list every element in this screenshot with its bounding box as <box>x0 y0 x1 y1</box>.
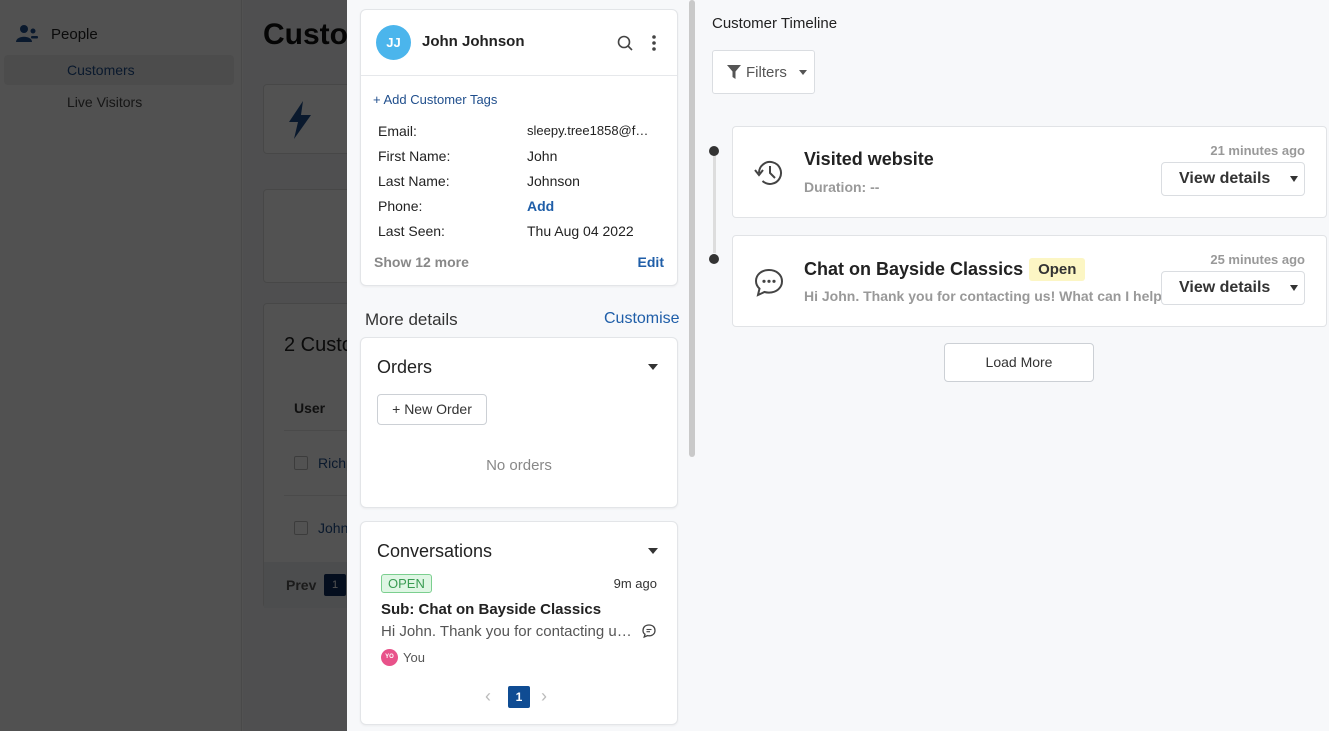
orders-card: Orders + New Order No orders <box>360 337 678 508</box>
caret-down-icon <box>798 69 807 75</box>
customer-drawer: JJ John Johnson + Add Customer Tags Emai… <box>347 0 1329 731</box>
view-details-button[interactable]: View details <box>1161 271 1305 305</box>
filters-button[interactable]: Filters <box>712 50 815 94</box>
status-badge: OPEN <box>381 574 432 593</box>
customer-name: John Johnson <box>422 33 525 50</box>
field-label: First Name: <box>378 148 451 164</box>
caret-down-icon <box>1290 176 1299 182</box>
field-label: Email: <box>378 123 417 139</box>
timeline-event-visited-website: Visited website Duration: -- 21 minutes … <box>732 126 1327 218</box>
timeline-dot <box>709 254 719 264</box>
chat-bubble-icon <box>754 268 784 297</box>
event-time: 25 minutes ago <box>1210 252 1305 267</box>
modal-backdrop[interactable] <box>0 0 347 731</box>
scrollbar[interactable] <box>689 0 695 457</box>
event-subtitle: Duration: -- <box>804 179 880 195</box>
more-options-button[interactable] <box>643 32 665 54</box>
show-more-link[interactable]: Show 12 more <box>374 254 469 270</box>
caret-down-icon <box>1290 285 1299 291</box>
page-number-button[interactable]: 1 <box>508 686 530 708</box>
message-icon <box>642 624 656 639</box>
field-label: Last Seen: <box>378 223 445 239</box>
timeline-title: Customer Timeline <box>712 15 838 32</box>
orders-collapse-toggle[interactable] <box>648 364 658 370</box>
edit-link[interactable]: Edit <box>638 254 664 270</box>
load-more-button[interactable]: Load More <box>944 343 1094 382</box>
conversations-title: Conversations <box>377 541 493 561</box>
filters-label: Filters <box>746 63 787 81</box>
search-button[interactable] <box>614 32 636 54</box>
search-icon <box>617 35 633 51</box>
timeline-dot <box>709 146 719 156</box>
filter-icon <box>727 65 741 79</box>
field-value: Johnson <box>527 173 580 189</box>
conversation-subject: Sub: Chat on Bayside Classics <box>381 601 602 618</box>
field-value: Thu Aug 04 2022 <box>527 223 634 239</box>
view-details-label: View details <box>1179 170 1271 187</box>
conversation-time: 9m ago <box>613 576 657 591</box>
view-details-label: View details <box>1179 279 1271 296</box>
more-details-heading: More details <box>365 310 458 329</box>
view-details-button[interactable]: View details <box>1161 162 1305 196</box>
add-phone-link[interactable]: Add <box>527 198 554 214</box>
status-tag: Open <box>1029 258 1086 281</box>
orders-title: Orders <box>377 357 433 377</box>
event-title-text: Visited website <box>804 149 934 169</box>
conversations-collapse-toggle[interactable] <box>648 548 658 554</box>
profile-card: JJ John Johnson + Add Customer Tags Emai… <box>360 9 678 286</box>
avatar: JJ <box>376 25 411 60</box>
field-label: Phone: <box>378 198 423 214</box>
history-icon <box>754 160 782 185</box>
field-value: John <box>527 148 558 164</box>
customise-link[interactable]: Customise <box>604 310 680 328</box>
event-title-text: Chat on Bayside Classics <box>804 259 1024 279</box>
conversations-card: Conversations OPEN 9m ago Sub: Chat on B… <box>360 521 678 725</box>
chevron-right-icon[interactable]: › <box>541 686 547 707</box>
add-customer-tags-link[interactable]: + Add Customer Tags <box>373 92 497 107</box>
new-order-button[interactable]: + New Order <box>377 394 487 425</box>
field-label: Last Name: <box>378 173 450 189</box>
author-avatar: YO <box>381 649 398 666</box>
event-title: Visited website <box>804 149 934 170</box>
timeline-event-chat: Chat on Bayside Classics Open Hi John. T… <box>732 235 1327 327</box>
more-vertical-icon <box>652 35 656 51</box>
customer-details-column: JJ John Johnson + Add Customer Tags Emai… <box>347 0 695 731</box>
timeline-connector <box>713 155 716 253</box>
profile-header: JJ John Johnson <box>361 10 677 76</box>
field-value: sleepy.tree1858@f… <box>527 123 649 138</box>
customer-timeline: Customer Timeline Filters Visited websit… <box>697 0 1329 731</box>
event-title: Chat on Bayside Classics Open <box>804 258 1086 281</box>
conversation-preview: Hi John. Thank you for contacting us! Wh… <box>381 623 639 640</box>
chevron-left-icon[interactable]: ‹ <box>485 686 491 707</box>
event-time: 21 minutes ago <box>1210 143 1305 158</box>
author-name: You <box>403 650 425 665</box>
no-orders-message: No orders <box>486 457 552 474</box>
event-subtitle: Hi John. Thank you for contacting us! Wh… <box>804 288 1162 304</box>
